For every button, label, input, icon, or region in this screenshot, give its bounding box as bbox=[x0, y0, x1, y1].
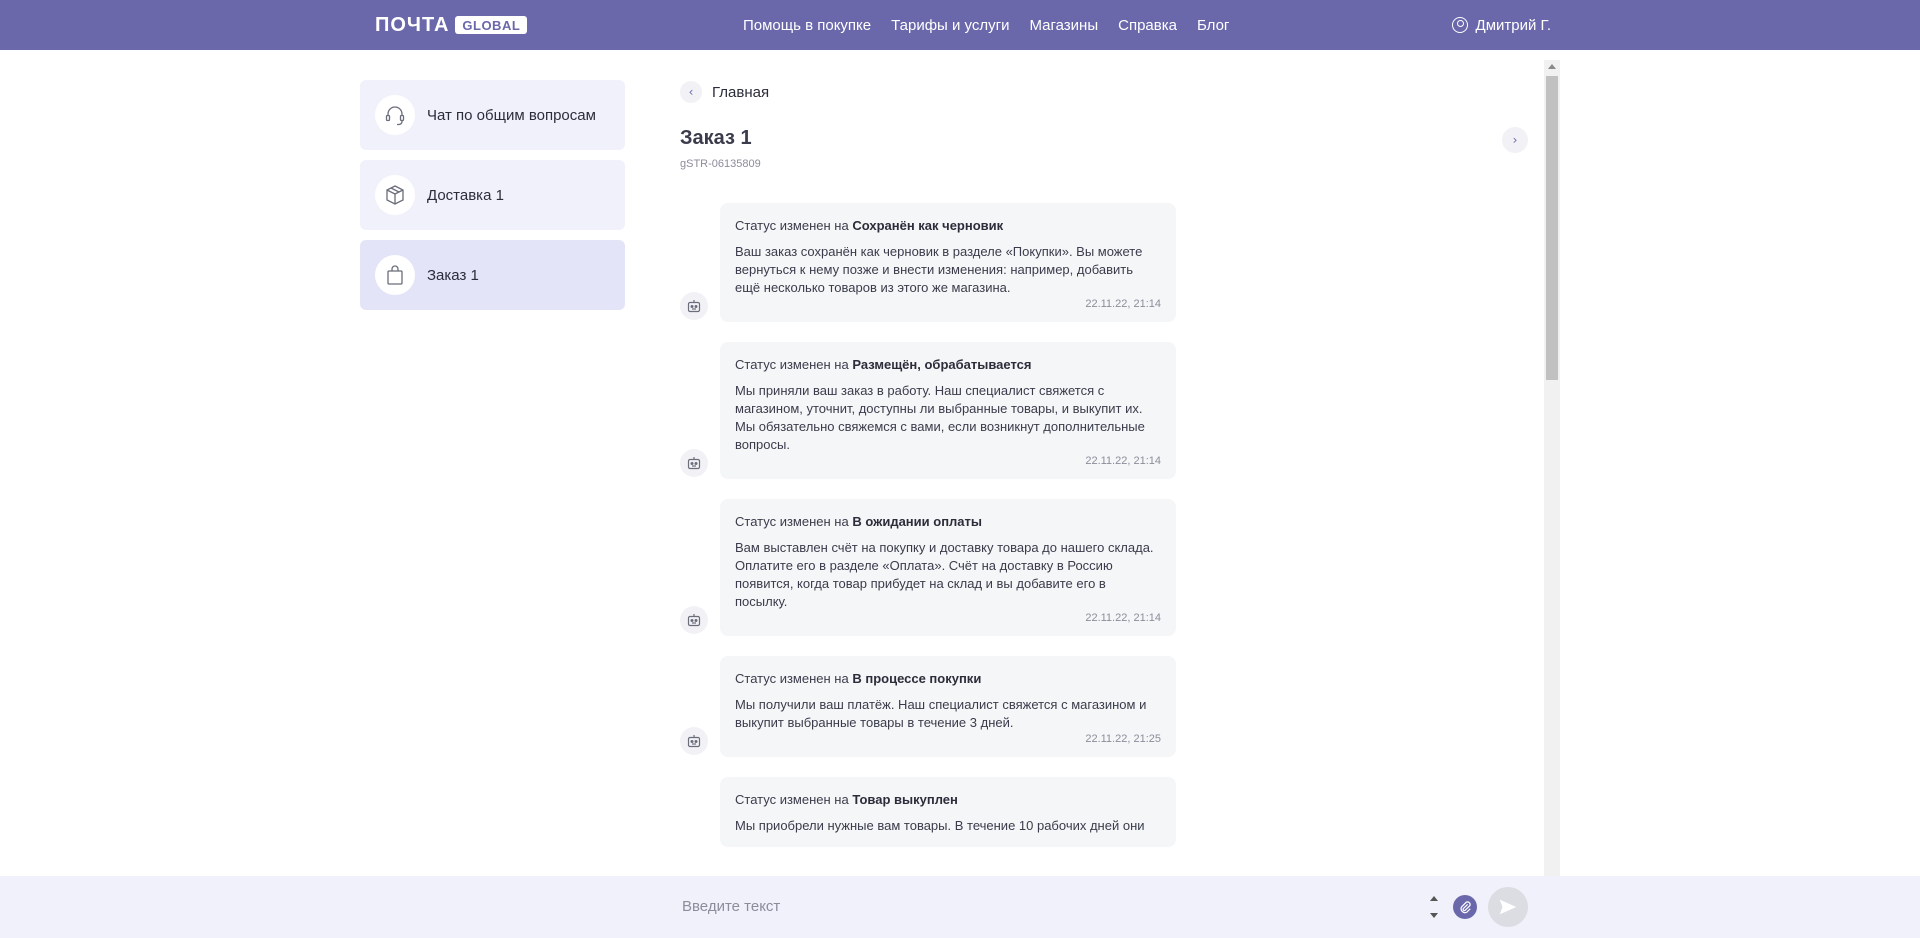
message-bubble: Статус изменен на Размещён, обрабатывает… bbox=[720, 342, 1176, 479]
message-text: Мы приняли ваш заказ в работу. Наш специ… bbox=[735, 383, 1145, 452]
message-text: Ваш заказ сохранён как черновик в раздел… bbox=[735, 244, 1143, 295]
headset-icon bbox=[375, 95, 415, 135]
send-button[interactable] bbox=[1488, 887, 1528, 927]
stepper-down-icon[interactable] bbox=[1430, 913, 1438, 918]
message-bubble: Статус изменен на Сохранён как черновик … bbox=[720, 203, 1176, 322]
send-icon bbox=[1499, 899, 1517, 915]
message-time: 22.11.22, 21:14 bbox=[1085, 612, 1161, 624]
status-value: В ожидании оплаты bbox=[852, 514, 983, 529]
message-time: 22.11.22, 21:14 bbox=[1085, 298, 1161, 310]
nav-item-shops[interactable]: Магазины bbox=[1029, 17, 1098, 34]
message-text: Мы приобрели нужные вам товары. В течени… bbox=[735, 818, 1145, 833]
user-icon bbox=[1451, 17, 1468, 33]
shopping-bag-icon bbox=[375, 255, 415, 295]
message-composer bbox=[0, 876, 1920, 938]
status-value: Размещён, обрабатывается bbox=[852, 357, 1032, 372]
sidebar-item-general-chat[interactable]: Чат по общим вопросам bbox=[360, 80, 625, 150]
main-nav: Помощь в покупке Тарифы и услуги Магазин… bbox=[743, 0, 1249, 50]
bot-icon bbox=[680, 449, 708, 477]
message-time: 22.11.22, 21:25 bbox=[1085, 733, 1161, 745]
bot-icon bbox=[680, 292, 708, 320]
bot-icon bbox=[680, 606, 708, 634]
message-status: Статус изменен на Сохранён как черновик bbox=[735, 218, 1004, 233]
scroll-up-arrow[interactable] bbox=[1548, 64, 1556, 69]
order-number: gSTR-06135809 bbox=[680, 158, 761, 170]
message-bubble: Статус изменен на В процессе покупки Мы … bbox=[720, 656, 1176, 757]
message-bubble: Статус изменен на Товар выкуплен Мы прио… bbox=[720, 777, 1176, 847]
back-link[interactable]: ‹ Главная bbox=[680, 80, 1530, 104]
message-bubble: Статус изменен на В ожидании оплаты Вам … bbox=[720, 499, 1176, 636]
bot-icon bbox=[680, 727, 708, 755]
sidebar-item-delivery[interactable]: Доставка 1 bbox=[360, 160, 625, 230]
paperclip-icon bbox=[1460, 901, 1471, 914]
status-value: Сохранён как черновик bbox=[852, 218, 1004, 233]
message: Статус изменен на Товар выкуплен Мы прио… bbox=[680, 777, 1180, 847]
message-text: Вам выставлен счёт на покупку и доставку… bbox=[735, 540, 1154, 609]
status-value: Товар выкуплен bbox=[852, 792, 958, 807]
message-status: Статус изменен на В процессе покупки bbox=[735, 671, 982, 686]
logo-text: ПОЧТА bbox=[375, 13, 450, 36]
status-value: В процессе покупки bbox=[852, 671, 982, 686]
message: Статус изменен на В ожидании оплаты Вам … bbox=[680, 499, 1180, 636]
top-header: ПОЧТА GLOBAL Помощь в покупке Тарифы и у… bbox=[0, 0, 1920, 50]
sidebar-item-label: Чат по общим вопросам bbox=[427, 106, 596, 124]
message-text: Мы получили ваш платёж. Наш специалист с… bbox=[735, 697, 1147, 730]
chat-list: Чат по общим вопросам Доставка 1 Заказ 1 bbox=[360, 80, 625, 320]
textarea-resize-stepper[interactable] bbox=[1428, 894, 1440, 920]
scrollbar[interactable] bbox=[1544, 60, 1560, 938]
message-input[interactable] bbox=[680, 891, 1420, 921]
user-name: Дмитрий Г. bbox=[1475, 16, 1551, 34]
page-title: Заказ 1 bbox=[680, 127, 752, 149]
message-status: Статус изменен на Размещён, обрабатывает… bbox=[735, 357, 1032, 372]
scrollbar-thumb[interactable] bbox=[1546, 76, 1558, 380]
sidebar-item-order[interactable]: Заказ 1 bbox=[360, 240, 625, 310]
nav-item-tariffs[interactable]: Тарифы и услуги bbox=[891, 17, 1009, 34]
message-list: Статус изменен на Сохранён как черновик … bbox=[680, 203, 1180, 876]
message-status: Статус изменен на В ожидании оплаты bbox=[735, 514, 983, 529]
chevron-left-icon: ‹ bbox=[680, 81, 702, 103]
nav-item-help[interactable]: Справка bbox=[1118, 17, 1177, 34]
message-status: Статус изменен на Товар выкуплен bbox=[735, 792, 958, 807]
back-label: Главная bbox=[712, 83, 770, 101]
message: Статус изменен на Размещён, обрабатывает… bbox=[680, 342, 1180, 479]
nav-item-purchase-help[interactable]: Помощь в покупке bbox=[743, 17, 871, 34]
message: Статус изменен на В процессе покупки Мы … bbox=[680, 656, 1180, 757]
logo-badge: GLOBAL bbox=[455, 16, 528, 34]
message: Статус изменен на Сохранён как черновик … bbox=[680, 203, 1180, 322]
chevron-right-icon[interactable]: › bbox=[1502, 127, 1528, 153]
stepper-up-icon[interactable] bbox=[1430, 896, 1438, 901]
user-menu[interactable]: Дмитрий Г. bbox=[1451, 0, 1551, 50]
nav-item-blog[interactable]: Блог bbox=[1197, 17, 1229, 34]
logo[interactable]: ПОЧТА GLOBAL bbox=[375, 13, 528, 36]
box-icon bbox=[375, 175, 415, 215]
chat-header: ‹ Главная Заказ 1 gSTR-06135809 › bbox=[680, 80, 1530, 170]
sidebar-item-label: Заказ 1 bbox=[427, 266, 479, 284]
attach-button[interactable] bbox=[1453, 895, 1477, 919]
message-time: 22.11.22, 21:14 bbox=[1085, 455, 1161, 467]
sidebar-item-label: Доставка 1 bbox=[427, 186, 504, 204]
